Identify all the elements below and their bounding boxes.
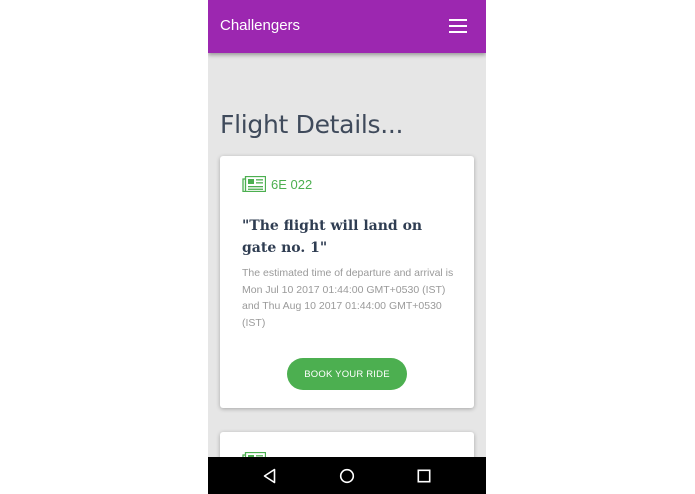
menu-icon[interactable]: [449, 19, 467, 33]
back-icon[interactable]: [261, 467, 279, 485]
phone-screen: Challengers Flight Details... 6E 022 "Th…: [208, 0, 486, 494]
app-bar: Challengers: [208, 0, 486, 53]
card-description: The estimated time of departure and arri…: [242, 267, 454, 329]
flight-number: 6E 022: [271, 177, 313, 192]
recents-icon[interactable]: [415, 467, 433, 485]
flight-card: 6E 022 "The flight will land on gate no.…: [220, 156, 474, 408]
home-icon[interactable]: [338, 467, 356, 485]
book-ride-button[interactable]: BOOK YOUR RIDE: [287, 358, 407, 390]
card-heading: "The flight will land on gate no. 1": [242, 218, 423, 256]
page-title: Flight Details...: [220, 110, 404, 139]
newspaper-icon: [242, 176, 266, 192]
app-title: Challengers: [220, 17, 301, 34]
android-nav-bar: [208, 457, 486, 494]
